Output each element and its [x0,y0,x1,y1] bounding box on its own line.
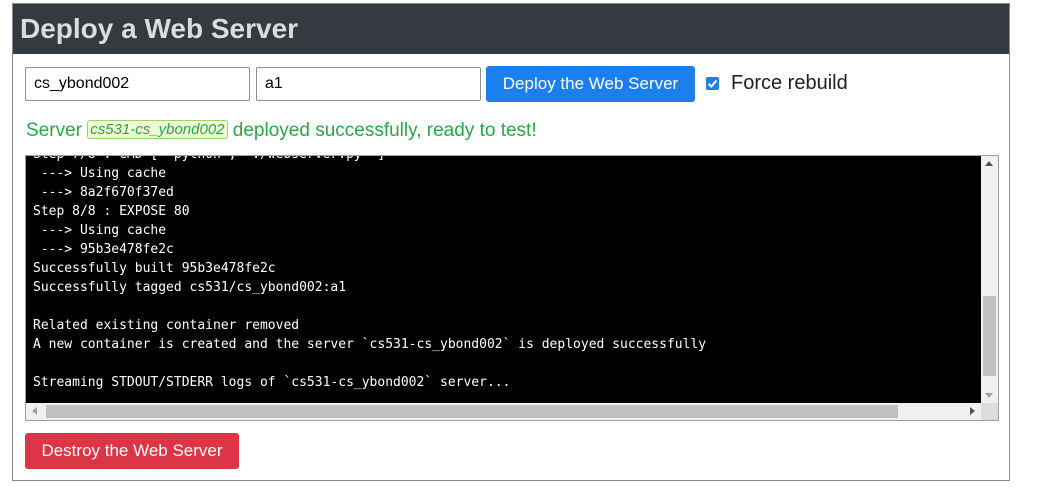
deploy-button[interactable]: Deploy the Web Server [486,66,695,102]
scroll-corner [981,403,998,420]
force-rebuild-label: Force rebuild [731,71,848,94]
server-name-input[interactable] [25,67,250,101]
force-rebuild-toggle[interactable]: Force rebuild [706,70,848,96]
page-header: Deploy a Web Server [13,4,1009,54]
page-title: Deploy a Web Server [20,13,299,44]
arrow-down-icon[interactable] [985,393,993,398]
log-line: Successfully tagged cs531/cs_ybond002:a1 [33,280,347,295]
log-line: A new container is created and the serve… [33,337,707,352]
log-lines: Step 7/8 : CMD [ "python", "./webserver.… [33,156,707,392]
vertical-scroll-thumb[interactable] [983,296,996,376]
deploy-panel: Deploy a Web Server Deploy the Web Serve… [12,3,1010,481]
tag-input[interactable] [256,67,481,101]
log-line: Step 8/8 : EXPOSE 80 [33,204,190,219]
log-line: Successfully built 95b3e478fe2c [33,261,276,276]
horizontal-scroll-thumb[interactable] [46,405,898,418]
status-prefix: Server [26,120,88,141]
arrow-up-icon[interactable] [985,161,993,166]
log-line: ---> Using cache [33,166,167,181]
force-rebuild-checkbox[interactable] [706,76,719,90]
log-line: Streaming STDOUT/STDERR logs of `cs531-c… [33,375,511,390]
status-suffix: deployed successfully, ready to test! [227,120,537,141]
vertical-scrollbar[interactable] [981,156,998,403]
status-message: Server cs531-cs_ybond002 deployed succes… [26,120,537,142]
log-line: ---> 95b3e478fe2c [33,242,174,257]
destroy-button[interactable]: Destroy the Web Server [25,433,239,469]
log-line: Related existing container removed [33,318,300,333]
checkmark-icon [707,79,718,88]
arrow-right-icon[interactable] [970,407,975,415]
log-output[interactable]: Step 7/8 : CMD [ "python", "./webserver.… [25,155,999,421]
status-server-name: cs531-cs_ybond002 [87,120,228,139]
log-line: ---> 8a2f670f37ed [33,185,174,200]
log-line: Step 7/8 : CMD [ "python", "./webserver.… [33,156,385,162]
horizontal-scrollbar[interactable] [26,403,981,420]
log-line: ---> Using cache [33,223,167,238]
arrow-left-icon[interactable] [32,407,37,415]
